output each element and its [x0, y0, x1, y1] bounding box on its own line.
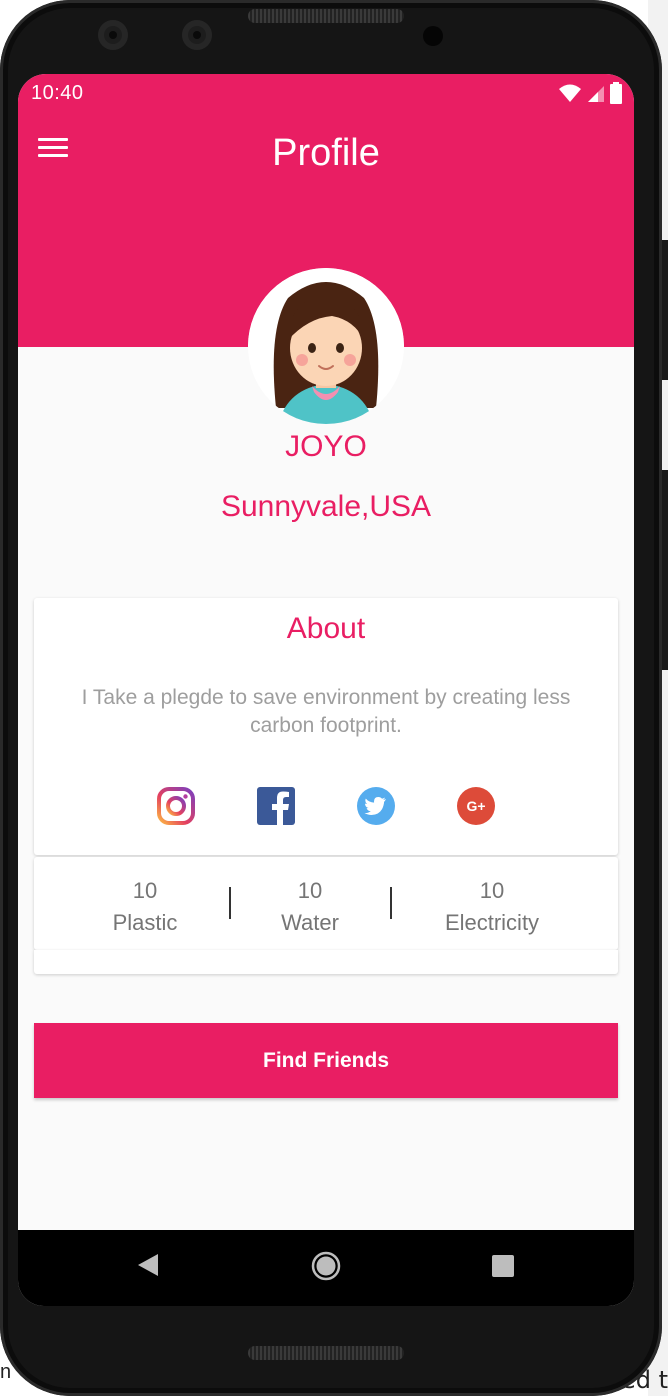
stat-water: 10 Water — [270, 875, 350, 939]
status-icons — [558, 82, 622, 104]
wifi-icon — [559, 84, 581, 102]
signal-icon — [588, 86, 604, 102]
profile-location: Sunnyvale,USA — [220, 490, 432, 523]
stat-divider — [390, 887, 392, 919]
stat-label: Water — [281, 910, 339, 935]
stat-value: 10 — [479, 878, 505, 903]
facebook-icon[interactable] — [256, 786, 296, 826]
app-screen: 10:40 Profile JOYO Sunnyvale,USA About I… — [18, 74, 634, 1306]
stat-value: 10 — [132, 878, 158, 903]
home-icon[interactable] — [311, 1251, 341, 1281]
stat-divider — [229, 887, 231, 919]
stat-label: Electricity — [444, 910, 540, 935]
stat-electricity: 10 Electricity — [432, 875, 552, 939]
host-window-text-left: n — [0, 1361, 12, 1383]
google-plus-icon[interactable]: G+ — [456, 786, 496, 826]
front-camera-icon — [98, 20, 128, 50]
proximity-sensor — [423, 26, 443, 46]
instagram-icon[interactable] — [156, 786, 196, 826]
twitter-icon[interactable] — [356, 786, 396, 826]
navigation-bar — [18, 1230, 634, 1306]
empty-card — [34, 950, 618, 974]
power-button — [662, 470, 668, 670]
social-links: G+ — [34, 786, 618, 826]
about-text: I Take a plegde to save environment by c… — [81, 686, 571, 737]
svg-text:G+: G+ — [466, 798, 485, 814]
back-icon[interactable] — [136, 1252, 160, 1278]
profile-name: JOYO — [285, 430, 367, 463]
volume-button — [662, 240, 668, 380]
about-card: About I Take a plegde to save environmen… — [34, 598, 618, 855]
bottom-speaker — [248, 1346, 404, 1360]
stat-plastic: 10 Plastic — [100, 875, 190, 939]
about-title: About — [286, 612, 366, 645]
status-time: 10:40 — [31, 82, 84, 104]
battery-icon — [610, 82, 622, 104]
find-friends-button[interactable]: Find Friends — [34, 1023, 618, 1098]
stat-label: Plastic — [112, 910, 178, 935]
front-camera-icon — [182, 20, 212, 50]
stat-value: 10 — [297, 878, 323, 903]
page-title: Profile — [272, 132, 380, 174]
stats-card: 10 Plastic 10 Water 10 Electricity — [34, 857, 618, 950]
top-speaker — [248, 9, 404, 23]
avatar — [248, 268, 404, 424]
recents-icon[interactable] — [491, 1254, 515, 1278]
avatar-illustration — [248, 268, 404, 424]
